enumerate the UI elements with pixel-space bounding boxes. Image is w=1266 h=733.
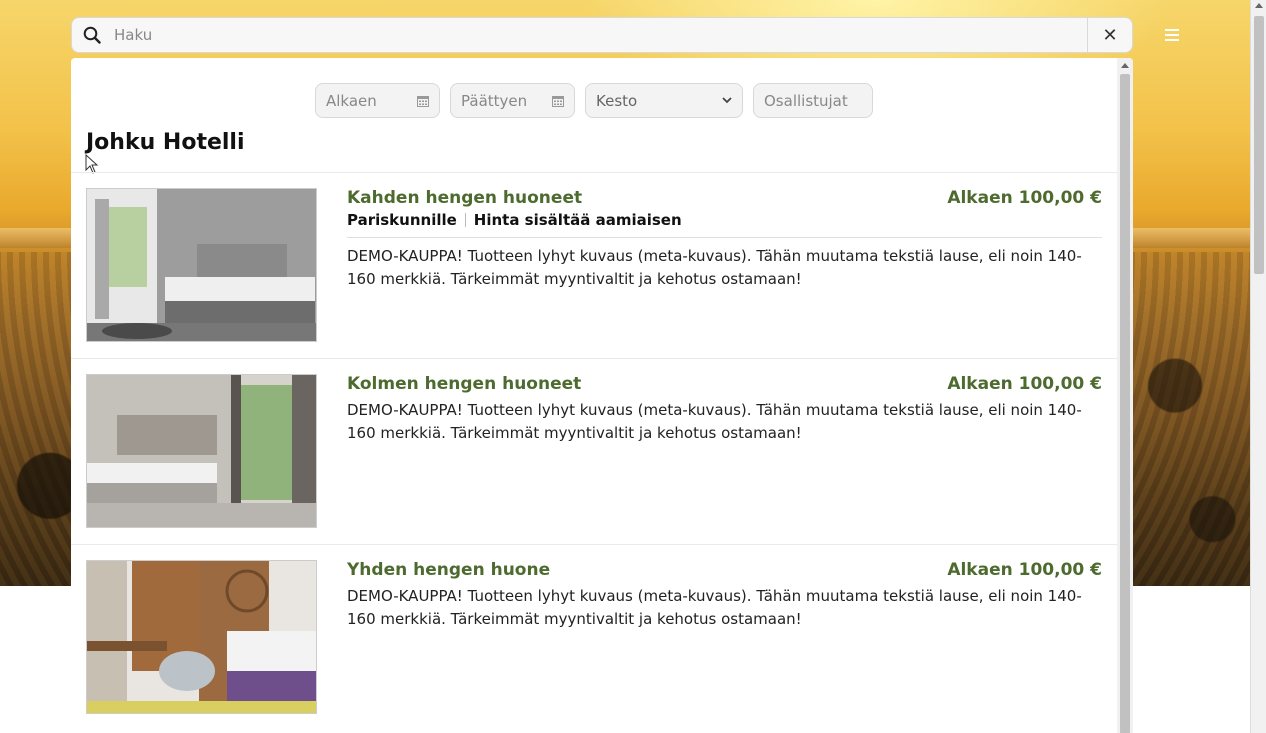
room-item[interactable]: Yhden hengen huone Alkaen 100,00 € DEMO-… <box>71 544 1117 730</box>
panel-scrollbar-thumb[interactable] <box>1120 74 1130 733</box>
scroll-up-arrow-icon[interactable] <box>1121 63 1129 68</box>
room-price: Alkaen 100,00 € <box>947 374 1102 394</box>
mouse-cursor-icon <box>85 154 99 174</box>
scroll-up-arrow-icon[interactable] <box>1255 3 1263 8</box>
tag-separator <box>464 213 466 227</box>
room-name[interactable]: Kolmen hengen huoneet <box>347 374 581 394</box>
hamburger-menu-button[interactable] <box>1160 24 1184 46</box>
room-item[interactable]: Kolmen hengen huoneet Alkaen 100,00 € DE… <box>71 358 1117 544</box>
clear-search-button[interactable]: ✕ <box>1087 18 1132 52</box>
start-date-field[interactable]: Alkaen <box>315 83 440 118</box>
search-bar: ✕ <box>71 17 1133 53</box>
menu-icon-line <box>1165 34 1179 36</box>
calendar-icon <box>417 96 429 107</box>
hotel-title: Johku Hotelli <box>86 130 245 155</box>
results-panel: Alkaen Päättyen Kesto Osallistujat Johku… <box>71 58 1133 733</box>
room-description: DEMO-KAUPPA! Tuotteen lyhyt kuvaus (meta… <box>347 401 1082 442</box>
tag-divider <box>347 237 1102 238</box>
end-date-field[interactable]: Päättyen <box>450 83 575 118</box>
room-image-triple[interactable] <box>86 374 317 528</box>
close-icon: ✕ <box>1102 24 1118 46</box>
chevron-down-icon <box>722 97 732 104</box>
room-name[interactable]: Yhden hengen huone <box>347 560 550 580</box>
room-image-single[interactable] <box>86 560 317 714</box>
calendar-icon <box>552 96 564 107</box>
search-icon <box>72 26 112 44</box>
filter-bar: Alkaen Päättyen Kesto Osallistujat <box>315 83 873 118</box>
room-name[interactable]: Kahden hengen huoneet <box>347 188 582 208</box>
page-scrollbar[interactable] <box>1250 0 1266 733</box>
duration-select[interactable]: Kesto <box>585 83 743 118</box>
room-tag: Hinta sisältää aamiaisen <box>473 211 682 229</box>
room-description: DEMO-KAUPPA! Tuotteen lyhyt kuvaus (meta… <box>347 587 1082 628</box>
menu-icon-line <box>1165 29 1179 31</box>
search-input[interactable] <box>112 25 1087 45</box>
room-price: Alkaen 100,00 € <box>947 188 1102 208</box>
room-tags: Pariskunnille Hinta sisältää aamiaisen <box>347 211 682 229</box>
panel-scrollbar[interactable] <box>1117 58 1133 733</box>
room-price: Alkaen 100,00 € <box>947 560 1102 580</box>
room-description: DEMO-KAUPPA! Tuotteen lyhyt kuvaus (meta… <box>347 247 1082 288</box>
menu-icon-line <box>1165 39 1179 41</box>
room-item[interactable]: Kahden hengen huoneet Alkaen 100,00 € Pa… <box>71 172 1117 358</box>
room-list: Kahden hengen huoneet Alkaen 100,00 € Pa… <box>71 172 1117 730</box>
page-scrollbar-thumb[interactable] <box>1254 16 1264 274</box>
room-tag: Pariskunnille <box>347 211 457 229</box>
room-image-double[interactable] <box>86 188 317 342</box>
participants-field[interactable]: Osallistujat <box>753 83 873 118</box>
